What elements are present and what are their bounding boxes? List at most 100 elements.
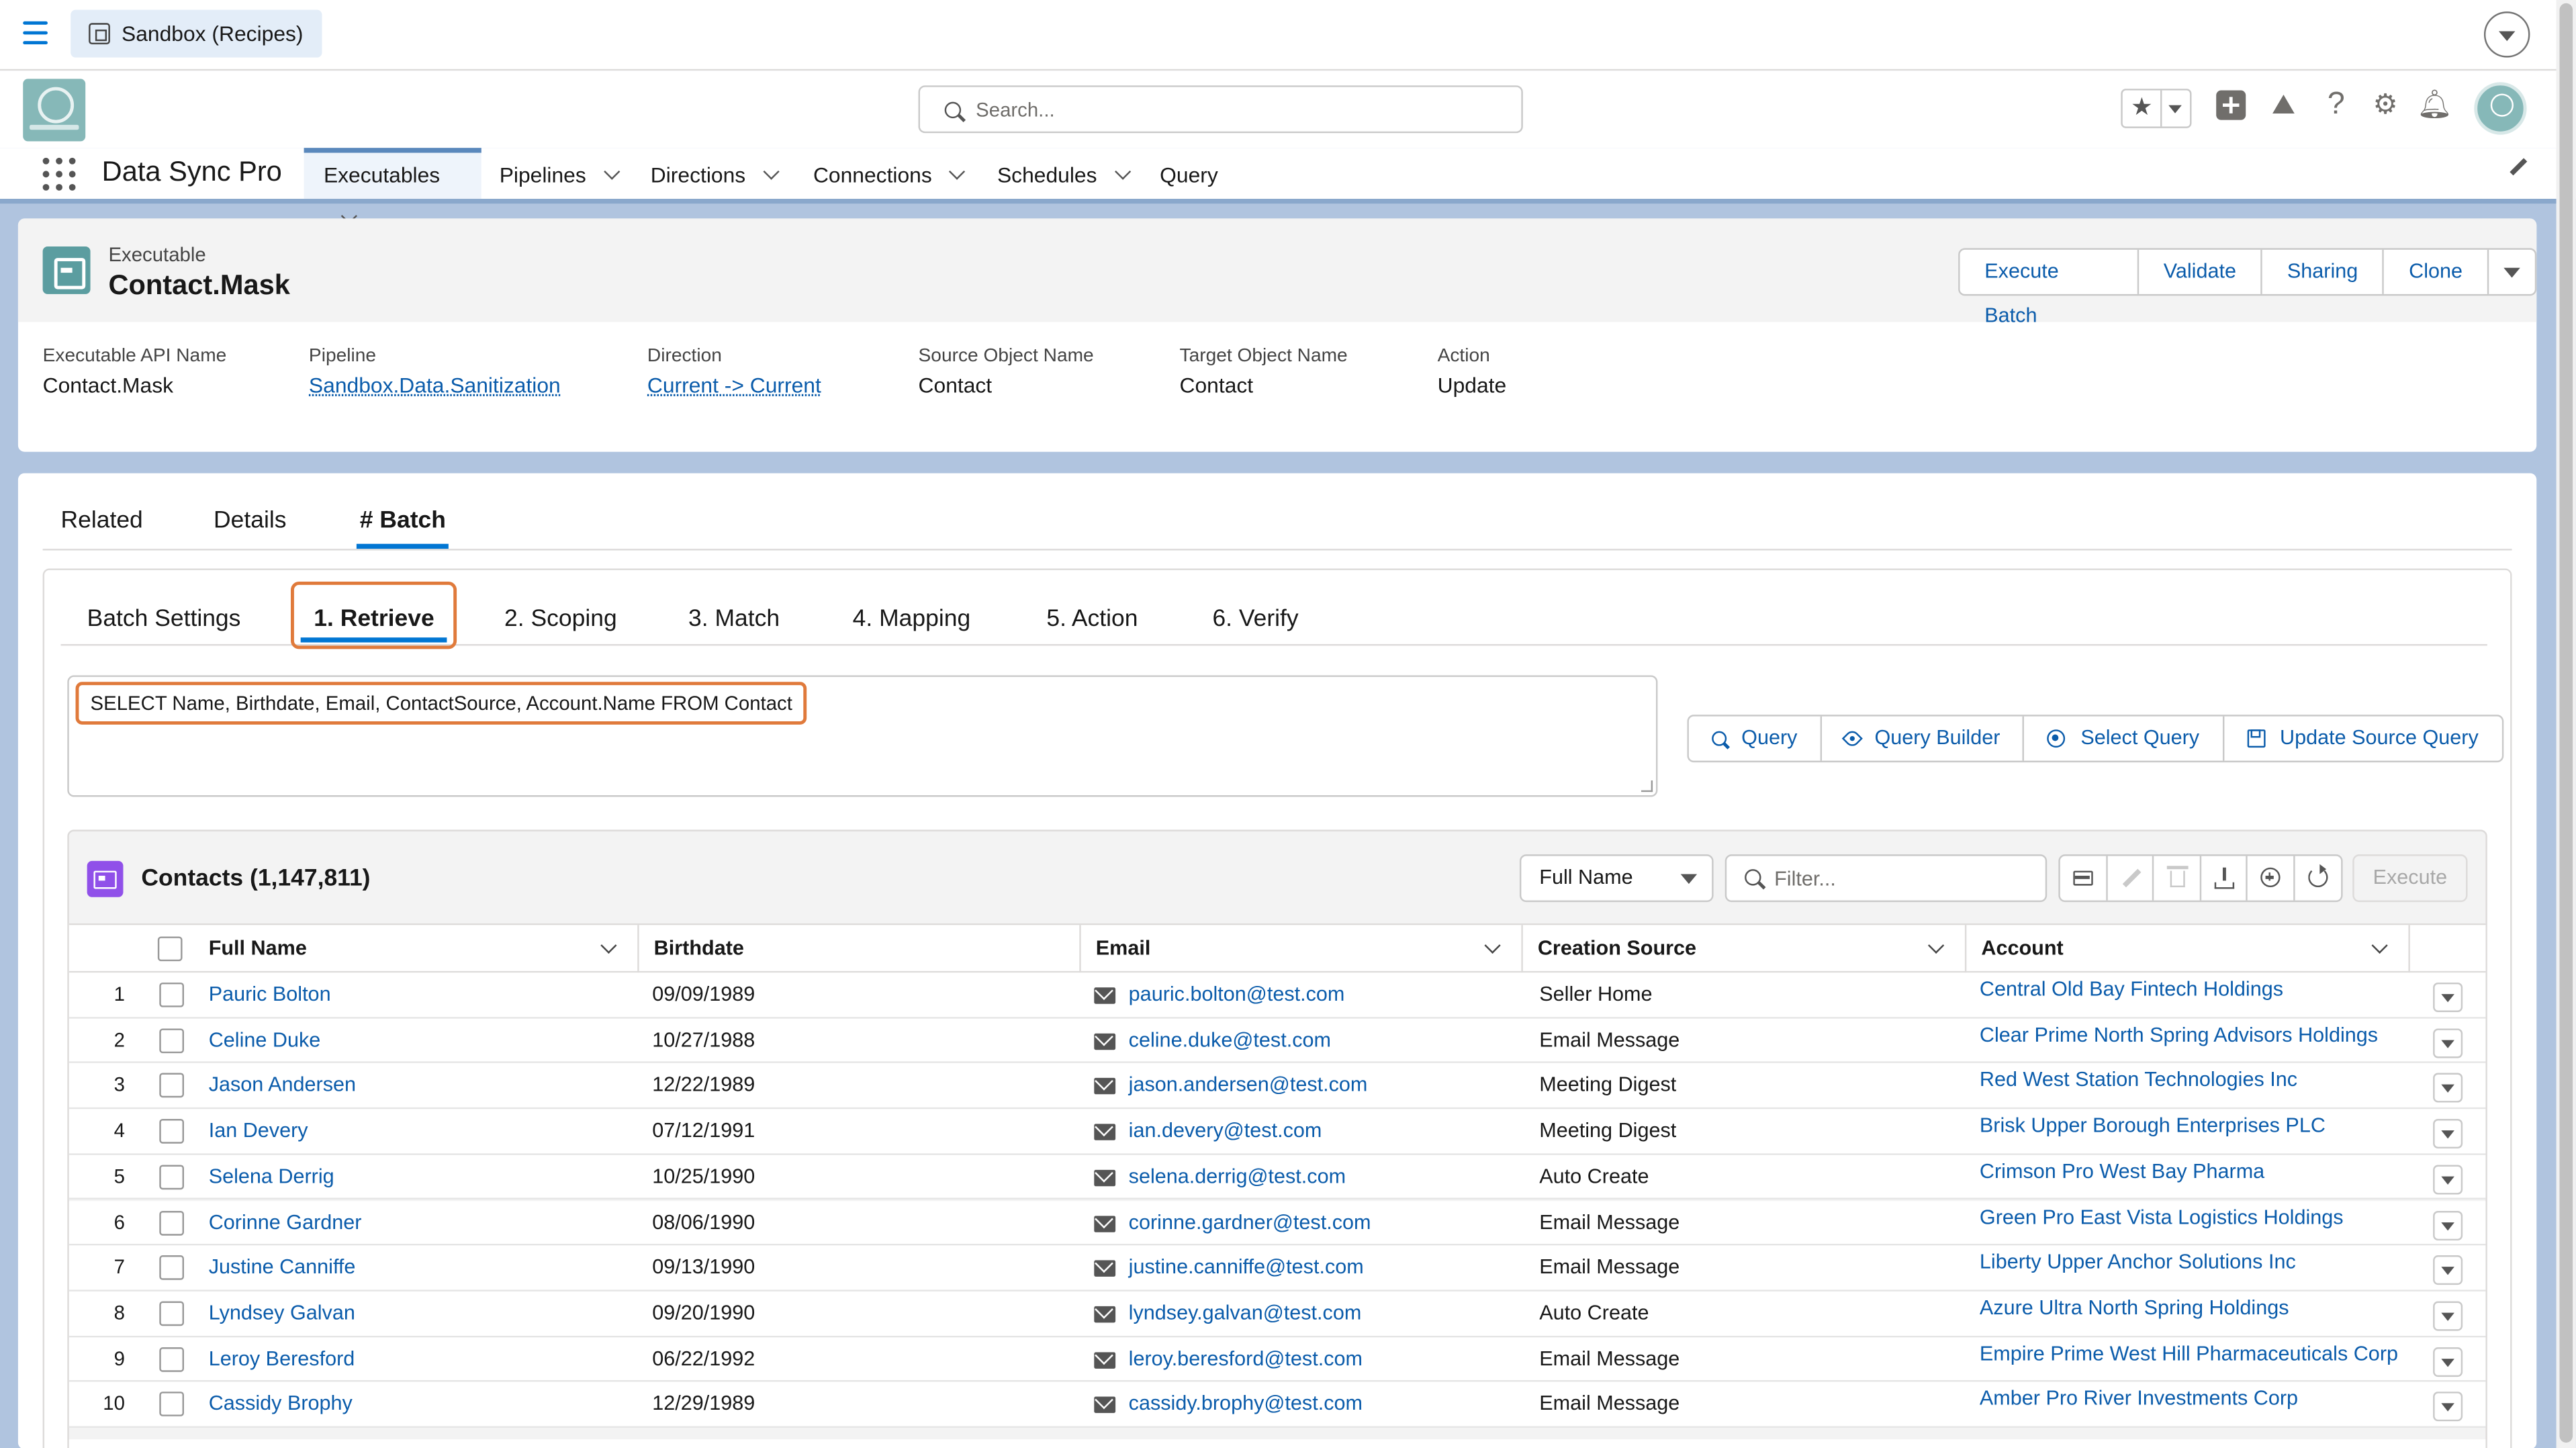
bell-icon[interactable]: 🔔︎ xyxy=(2417,87,2453,124)
add-button[interactable] xyxy=(2248,856,2295,901)
search-input[interactable] xyxy=(976,93,1502,127)
edit-button[interactable] xyxy=(2107,856,2154,901)
select-query-button[interactable]: Select Query xyxy=(2025,716,2224,761)
sharing-button[interactable]: Sharing xyxy=(2262,249,2385,294)
email-link[interactable]: selena.derrig@test.com xyxy=(1129,1155,1346,1199)
subtab-batch-settings[interactable]: Batch Settings xyxy=(87,606,241,633)
account-link[interactable]: Liberty Upper Anchor Solutions Inc xyxy=(1980,1240,2296,1285)
refresh-button[interactable] xyxy=(2294,856,2341,901)
subtab-match[interactable]: 3. Match xyxy=(688,606,780,633)
execute-batch-button[interactable]: Execute Batch xyxy=(1960,249,2140,327)
subtab-verify[interactable]: 6. Verify xyxy=(1212,606,1298,633)
contact-name-link[interactable]: Ian Devery xyxy=(209,1110,308,1154)
more-actions-button[interactable] xyxy=(2489,250,2535,294)
org-switcher[interactable]: Sandbox (Recipes) xyxy=(71,9,322,58)
tab-related[interactable]: Related xyxy=(61,508,143,534)
chevron-down-icon[interactable] xyxy=(762,163,780,180)
col-header-email[interactable]: Email xyxy=(1081,925,1523,973)
row-actions-button[interactable] xyxy=(2433,1028,2463,1058)
soql-textarea[interactable]: SELECT Name, Birthdate, Email, ContactSo… xyxy=(67,675,1658,797)
email-link[interactable]: cassidy.brophy@test.com xyxy=(1129,1382,1363,1427)
update-source-query-button[interactable]: Update Source Query xyxy=(2224,717,2501,761)
edit-nav-icon[interactable] xyxy=(2510,158,2528,176)
select-all-checkbox[interactable] xyxy=(157,936,183,962)
account-link[interactable]: Clear Prime North Spring Advisors Holdin… xyxy=(1980,1013,2378,1058)
soql-query-text[interactable]: SELECT Name, Birthdate, Email, ContactSo… xyxy=(75,682,807,725)
contact-name-link[interactable]: Leroy Beresford xyxy=(209,1337,355,1381)
contact-name-link[interactable]: Cassidy Brophy xyxy=(209,1382,353,1427)
account-link[interactable]: Crimson Pro West Bay Pharma xyxy=(1980,1150,2264,1194)
account-link[interactable]: Green Pro East Vista Logistics Holdings xyxy=(1980,1195,2344,1240)
chevron-down-icon[interactable] xyxy=(949,163,966,180)
row-checkbox[interactable] xyxy=(159,1119,184,1144)
account-link[interactable]: Brisk Upper Borough Enterprises PLC xyxy=(1980,1104,2326,1148)
resize-handle[interactable] xyxy=(1641,780,1653,793)
contact-name-link[interactable]: Celine Duke xyxy=(209,1018,321,1062)
chevron-down-icon[interactable] xyxy=(600,937,617,954)
chevron-down-icon[interactable] xyxy=(1484,937,1501,954)
nav-tab-schedules[interactable]: Schedules xyxy=(997,148,1131,199)
favorites-button[interactable]: ★ xyxy=(2121,89,2192,128)
email-link[interactable]: corinne.gardner@test.com xyxy=(1129,1200,1371,1245)
contact-name-link[interactable]: Pauric Bolton xyxy=(209,972,331,1017)
chevron-down-icon[interactable] xyxy=(1927,937,1945,954)
email-link[interactable]: justine.canniffe@test.com xyxy=(1129,1246,1364,1290)
row-checkbox[interactable] xyxy=(159,1392,184,1417)
query-button[interactable]: Query xyxy=(1689,716,1823,761)
app-launcher-icon[interactable] xyxy=(42,157,76,191)
query-builder-button[interactable]: Query Builder xyxy=(1822,716,2025,761)
contact-name-link[interactable]: Selena Derrig xyxy=(209,1155,334,1199)
row-actions-button[interactable] xyxy=(2433,982,2463,1012)
subtab-mapping[interactable]: 4. Mapping xyxy=(853,606,971,633)
hamburger-menu-icon[interactable] xyxy=(23,21,48,48)
sort-field-select[interactable]: Full Name xyxy=(1519,854,1714,903)
row-actions-button[interactable] xyxy=(2433,1255,2463,1285)
direction-link[interactable]: Current -> Current xyxy=(647,373,821,398)
execute-button[interactable]: Execute xyxy=(2352,854,2468,903)
clone-button[interactable]: Clone xyxy=(2384,249,2489,294)
chevron-down-icon[interactable] xyxy=(1114,163,1131,180)
delete-button[interactable] xyxy=(2154,856,2201,901)
row-checkbox[interactable] xyxy=(159,1165,184,1189)
email-link[interactable]: ian.devery@test.com xyxy=(1129,1110,1322,1154)
nav-tab-query[interactable]: Query xyxy=(1160,148,1218,199)
row-checkbox[interactable] xyxy=(159,1255,184,1281)
contact-name-link[interactable]: Lyndsey Galvan xyxy=(209,1292,355,1336)
chevron-down-icon[interactable] xyxy=(2483,11,2530,58)
row-checkbox[interactable] xyxy=(159,1028,184,1053)
row-actions-button[interactable] xyxy=(2433,1210,2463,1240)
email-link[interactable]: pauric.bolton@test.com xyxy=(1129,972,1345,1017)
row-actions-button[interactable] xyxy=(2433,1073,2463,1103)
pipeline-link[interactable]: Sandbox.Data.Sanitization xyxy=(309,373,561,398)
row-checkbox[interactable] xyxy=(159,982,184,1007)
subtab-scoping[interactable]: 2. Scoping xyxy=(504,606,617,633)
contact-name-link[interactable]: Corinne Gardner xyxy=(209,1200,362,1245)
nav-tab-pipelines[interactable]: Pipelines xyxy=(500,148,620,199)
validate-button[interactable]: Validate xyxy=(2139,249,2263,294)
card-view-button[interactable] xyxy=(2060,856,2107,901)
col-header-account[interactable]: Account xyxy=(1966,925,2410,973)
email-link[interactable]: leroy.beresford@test.com xyxy=(1129,1337,1363,1381)
tab-batch[interactable]: # Batch xyxy=(356,508,449,549)
global-search[interactable] xyxy=(918,85,1523,134)
col-header-birthdate[interactable]: Birthdate xyxy=(639,925,1081,973)
account-link[interactable]: Central Old Bay Fintech Holdings xyxy=(1980,968,2283,1012)
account-link[interactable]: Red West Station Technologies Inc xyxy=(1980,1058,2297,1103)
favorites-menu-icon[interactable] xyxy=(2168,105,2182,114)
nav-tab-executables[interactable]: Executables xyxy=(304,148,481,224)
tab-details[interactable]: Details xyxy=(214,508,286,534)
row-checkbox[interactable] xyxy=(159,1073,184,1099)
account-link[interactable]: Amber Pro River Investments Corp xyxy=(1980,1377,2298,1422)
user-avatar[interactable] xyxy=(2474,82,2527,135)
org-logo[interactable] xyxy=(23,79,86,142)
chevron-down-icon[interactable] xyxy=(2371,937,2388,954)
account-link[interactable]: Azure Ultra North Spring Holdings xyxy=(1980,1286,2289,1330)
row-actions-button[interactable] xyxy=(2433,1347,2463,1377)
trailhead-icon[interactable]: ⛰ xyxy=(2266,87,2302,124)
email-link[interactable]: lyndsey.galvan@test.com xyxy=(1129,1292,1362,1336)
contact-name-link[interactable]: Justine Canniffe xyxy=(209,1246,356,1290)
col-header-creation-source[interactable]: Creation Source xyxy=(1523,925,1967,973)
subtab-action[interactable]: 5. Action xyxy=(1046,606,1138,633)
nav-tab-directions[interactable]: Directions xyxy=(651,148,780,199)
row-checkbox[interactable] xyxy=(159,1347,184,1371)
